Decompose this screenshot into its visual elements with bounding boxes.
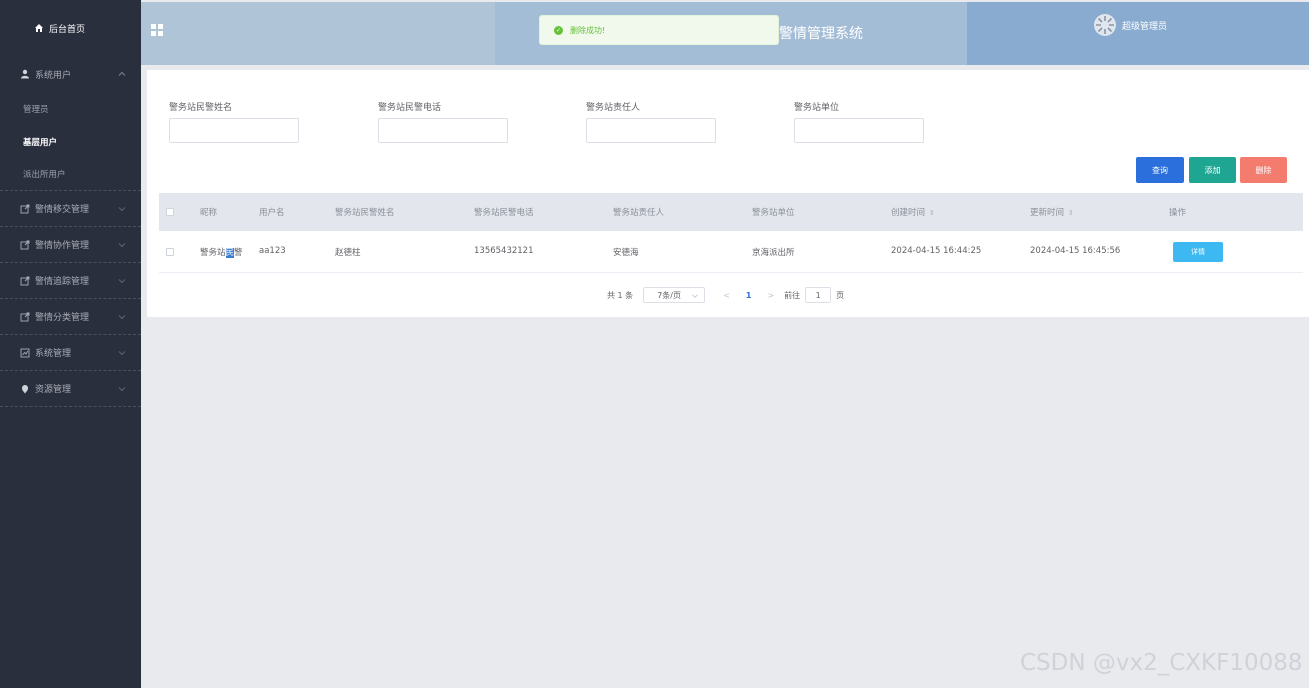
detail-button[interactable]: 详情 — [1173, 242, 1223, 262]
col-officer-name: 警务站民警姓名 — [335, 208, 395, 218]
chevron-down-icon — [118, 351, 126, 356]
sidebar-item-home[interactable]: 后台首页 — [0, 0, 141, 56]
delete-button[interactable]: 删除 — [1240, 157, 1287, 183]
officer-phone-label: 警务站民警电话 — [378, 103, 442, 113]
goto-label: 前往 — [784, 290, 801, 300]
cell-nickname: 警务站民警 — [200, 248, 243, 258]
sidebar-item-police-station-users[interactable]: 派出所用户 — [0, 158, 141, 191]
cell-station-unit: 京海派出所 — [752, 248, 795, 258]
sidebar-item-transfer[interactable]: 警情移交管理 — [0, 191, 141, 227]
page-suffix: 页 — [836, 290, 845, 300]
station-unit-label: 警务站单位 — [794, 103, 840, 113]
next-page-button[interactable]: > — [767, 291, 774, 300]
avatar — [1094, 14, 1116, 36]
sidebar-item-label: 警情追踪管理 — [35, 277, 90, 287]
add-button[interactable]: 添加 — [1189, 157, 1236, 183]
col-created-time[interactable]: 创建时间 ⇕ — [891, 206, 935, 218]
sidebar-item-label: 资源管理 — [35, 385, 72, 395]
sidebar-item-label: 系统用户 — [35, 70, 72, 81]
cell-updated-time: 2024-04-15 16:45:56 — [1030, 246, 1121, 256]
page-number-current[interactable]: 1 — [746, 291, 752, 300]
sidebar: 后台首页 系统用户 管理员 基层用户 派出所用户 警情移交管理 警情协作管理 警… — [0, 0, 141, 688]
officer-name-label: 警务站民警姓名 — [169, 103, 233, 113]
user-name: 超级管理员 — [1122, 21, 1168, 32]
sidebar-item-label: 警情分类管理 — [35, 313, 90, 323]
sidebar-item-label: 警情移交管理 — [35, 205, 90, 215]
pin-icon — [22, 384, 28, 393]
chevron-down-icon — [118, 387, 126, 392]
main-panel: 警务站民警姓名 警务站民警电话 警务站责任人 警务站单位 查询 添加 删除 昵称… — [147, 70, 1309, 317]
cell-officer-name: 赵德柱 — [335, 248, 361, 258]
success-toast: ✓ 删除成功! — [539, 15, 779, 45]
row-checkbox[interactable] — [166, 248, 174, 256]
col-username: 用户名 — [259, 208, 285, 218]
chevron-down-icon — [118, 243, 126, 248]
chevron-down-icon — [692, 294, 698, 298]
cell-username: aa123 — [259, 246, 286, 256]
sidebar-item-basic-users[interactable]: 基层用户 — [0, 125, 141, 158]
table-header: 昵称 用户名 警务站民警姓名 警务站民警电话 警务站责任人 警务站单位 创建时间… — [159, 193, 1303, 231]
prev-page-button[interactable]: < — [723, 291, 730, 300]
cell-created-time: 2024-04-15 16:44:25 — [891, 246, 982, 256]
chevron-down-icon — [118, 315, 126, 320]
export-icon — [20, 276, 30, 285]
sidebar-item-label: 系统管理 — [35, 349, 72, 359]
menu-grid-icon[interactable] — [151, 24, 163, 36]
sidebar-item-classification[interactable]: 警情分类管理 — [0, 299, 141, 335]
user-icon — [21, 69, 29, 79]
sidebar-item-resources[interactable]: 资源管理 — [0, 371, 141, 407]
cell-station-owner: 安德海 — [613, 248, 639, 258]
sidebar-item-label: 警情协作管理 — [35, 241, 90, 251]
text-selection: 民 — [225, 248, 235, 258]
check-circle-icon: ✓ — [554, 25, 563, 35]
user-menu[interactable]: 超级管理员 — [1094, 14, 1167, 36]
sort-icon[interactable]: ⇕ — [1068, 209, 1074, 217]
export-icon — [20, 240, 30, 249]
station-unit-input[interactable] — [794, 118, 924, 143]
total-count: 共 1 条 — [607, 290, 634, 300]
chart-icon — [20, 348, 30, 357]
watermark: CSDN @vx2_CXKF10088 — [1020, 650, 1303, 676]
col-officer-phone: 警务站民警电话 — [474, 208, 534, 218]
select-all-checkbox[interactable] — [166, 208, 174, 216]
page-size-select[interactable]: 7条/页 — [643, 287, 706, 303]
pagination: 共 1 条 7条/页 < 1 > 前往 1 页 — [607, 287, 844, 303]
station-owner-label: 警务站责任人 — [586, 103, 641, 113]
station-owner-input[interactable] — [586, 118, 716, 143]
sidebar-item-label: 后台首页 — [49, 24, 86, 35]
goto-page-input[interactable]: 1 — [805, 287, 832, 303]
home-icon — [35, 24, 43, 32]
toast-message: 删除成功! — [570, 25, 606, 35]
chevron-down-icon — [118, 207, 126, 212]
sidebar-item-system-users[interactable]: 系统用户 — [0, 56, 141, 92]
sidebar-item-system-management[interactable]: 系统管理 — [0, 335, 141, 371]
sidebar-group-system-users: 系统用户 管理员 基层用户 派出所用户 — [0, 56, 141, 191]
col-updated-time[interactable]: 更新时间 ⇕ — [1030, 206, 1074, 218]
export-icon — [20, 312, 30, 321]
col-nickname: 昵称 — [200, 208, 218, 218]
cell-officer-phone: 13565432121 — [474, 246, 534, 256]
sort-icon[interactable]: ⇕ — [929, 209, 935, 217]
chevron-up-icon — [118, 71, 126, 76]
officer-name-input[interactable] — [169, 118, 299, 143]
sidebar-item-collaboration[interactable]: 警情协作管理 — [0, 227, 141, 263]
avatar-icon — [1096, 16, 1114, 34]
query-button[interactable]: 查询 — [1136, 157, 1184, 183]
col-station-owner: 警务站责任人 — [613, 208, 665, 218]
system-title: 警情管理系统 — [779, 26, 863, 42]
sidebar-item-tracking[interactable]: 警情追踪管理 — [0, 263, 141, 299]
officer-phone-input[interactable] — [378, 118, 508, 143]
col-station-unit: 警务站单位 — [752, 208, 795, 218]
col-actions: 操作 — [1169, 208, 1187, 218]
chevron-down-icon — [118, 279, 126, 284]
sidebar-item-admin[interactable]: 管理员 — [0, 92, 141, 125]
table-row: 警务站民警 aa123 赵德柱 13565432121 安德海 京海派出所 20… — [159, 231, 1303, 273]
export-icon — [20, 204, 30, 213]
